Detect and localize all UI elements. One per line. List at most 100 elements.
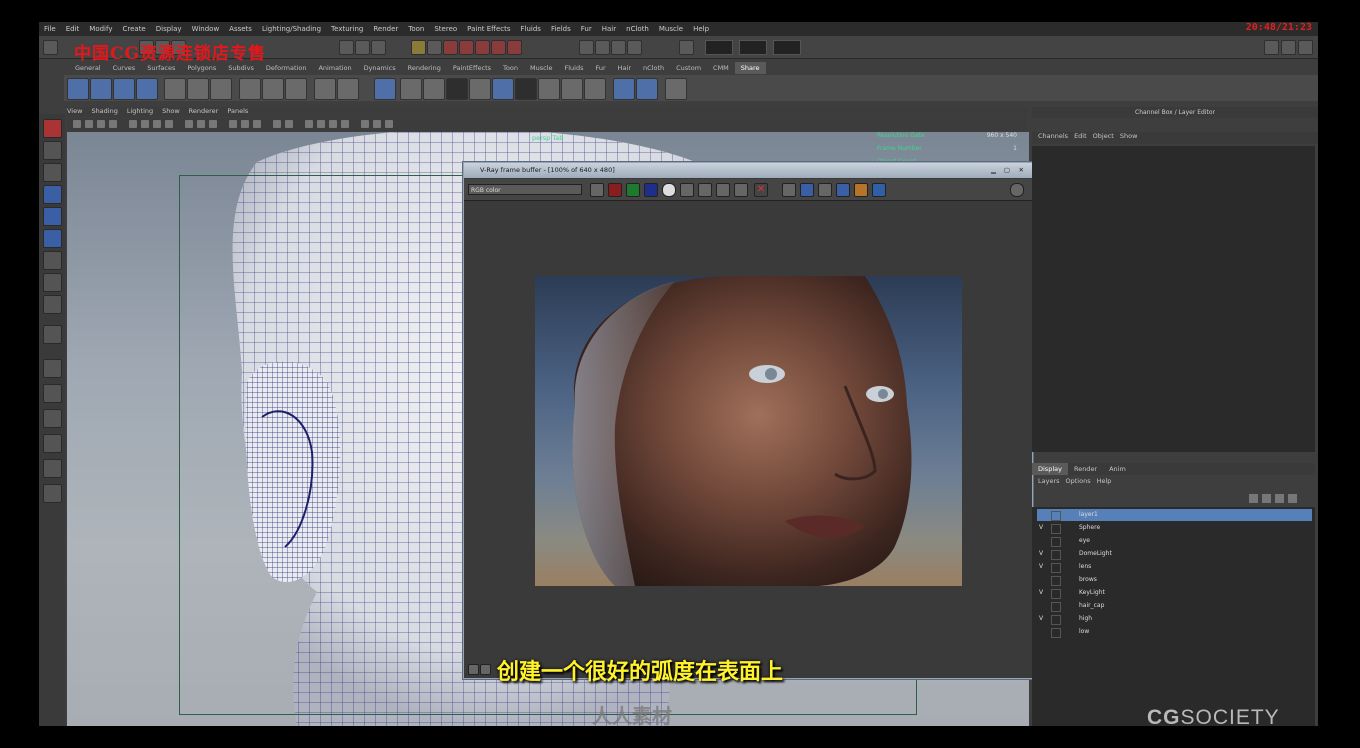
- log-toggle-icon[interactable]: [480, 664, 491, 675]
- menu-item-texturing[interactable]: Texturing: [326, 25, 368, 33]
- menu-item-hair[interactable]: Hair: [597, 25, 621, 33]
- wireframe-icon[interactable]: [185, 120, 193, 128]
- shelf-tab-hair[interactable]: Hair: [612, 62, 637, 74]
- four-view-layout-icon[interactable]: [43, 384, 62, 403]
- shelf-tab-deformation[interactable]: Deformation: [260, 62, 313, 74]
- resolution-gate-icon[interactable]: [141, 120, 149, 128]
- hq-rendering-icon[interactable]: [305, 120, 313, 128]
- save-all-icon[interactable]: [698, 183, 712, 197]
- layer-visibility-toggle[interactable]: V: [1039, 587, 1047, 599]
- shelf-tool-1-icon[interactable]: [67, 78, 89, 100]
- shelf-tool-12-icon[interactable]: [337, 78, 359, 100]
- shelf-tool-16-icon[interactable]: [446, 78, 468, 100]
- layer-visibility-toggle[interactable]: V: [1039, 561, 1047, 573]
- new-layer-icon[interactable]: [1275, 494, 1284, 503]
- shelf-tool-19-icon[interactable]: [515, 78, 537, 100]
- field-chart-icon[interactable]: [165, 120, 173, 128]
- shelf-tab-ncloth[interactable]: nCloth: [637, 62, 670, 74]
- viewport-menu-view[interactable]: View: [67, 107, 82, 115]
- x-field[interactable]: [705, 40, 733, 55]
- viewport-menu-panels[interactable]: Panels: [227, 107, 248, 115]
- textured-icon[interactable]: [229, 120, 237, 128]
- select-tool-icon[interactable]: [43, 119, 62, 138]
- channel-menu-object[interactable]: Object: [1093, 132, 1114, 140]
- move-layer-up-icon[interactable]: [1249, 494, 1258, 503]
- rotate-tool-icon[interactable]: [43, 207, 62, 226]
- layer-template-toggle[interactable]: [1051, 615, 1061, 625]
- track-mouse-icon[interactable]: [782, 183, 796, 197]
- shelf-tool-18-icon[interactable]: [492, 78, 514, 100]
- shelf-tool-22-icon[interactable]: [584, 78, 606, 100]
- shelf-tab-polygons[interactable]: Polygons: [181, 62, 222, 74]
- shelf-tool-9-icon[interactable]: [262, 78, 284, 100]
- frame-buffer-options-icon[interactable]: [1010, 183, 1024, 197]
- menu-set-dropdown[interactable]: [43, 40, 58, 55]
- link-to-scene-icon[interactable]: [836, 183, 850, 197]
- menu-item-render[interactable]: Render: [368, 25, 403, 33]
- depth-of-field-icon[interactable]: [341, 120, 349, 128]
- menu-item-stereo[interactable]: Stereo: [429, 25, 462, 33]
- z-field[interactable]: [773, 40, 801, 55]
- shelf-tab-rendering[interactable]: Rendering: [402, 62, 447, 74]
- new-layer-selected-icon[interactable]: [1288, 494, 1297, 503]
- mono-icon[interactable]: [680, 183, 694, 197]
- menu-item-muscle[interactable]: Muscle: [654, 25, 688, 33]
- shelf-tool-8-icon[interactable]: [239, 78, 261, 100]
- channel-select[interactable]: RGB color: [468, 184, 582, 195]
- select-component-icon[interactable]: [371, 40, 386, 55]
- save-image-icon[interactable]: [590, 183, 604, 197]
- shelf-tool-6-icon[interactable]: [187, 78, 209, 100]
- shelf-tool-13-icon[interactable]: [374, 78, 396, 100]
- menu-item-window[interactable]: Window: [187, 25, 225, 33]
- shelf-tool-7-icon[interactable]: [210, 78, 232, 100]
- shelf-tool-2-icon[interactable]: [90, 78, 112, 100]
- channel-box[interactable]: [1032, 146, 1315, 452]
- layer-visibility-toggle[interactable]: V: [1039, 522, 1047, 534]
- layer-row[interactable]: layer1: [1037, 509, 1312, 521]
- shelf-tool-20-icon[interactable]: [538, 78, 560, 100]
- menu-item-fur[interactable]: Fur: [576, 25, 597, 33]
- shelf-tool-24-icon[interactable]: [636, 78, 658, 100]
- snap-grid-icon[interactable]: [443, 40, 458, 55]
- green-channel-icon[interactable]: [626, 183, 640, 197]
- shelf-tool-5-icon[interactable]: [164, 78, 186, 100]
- film-gate-icon[interactable]: [129, 120, 137, 128]
- color-correction-icon[interactable]: [854, 183, 868, 197]
- toggle-channel-box-icon[interactable]: [1298, 40, 1313, 55]
- shelf-tool-10-icon[interactable]: [285, 78, 307, 100]
- layer-visibility-toggle[interactable]: V: [1039, 613, 1047, 625]
- stop-render-icon[interactable]: ✕: [754, 183, 768, 197]
- shelf-tab-custom[interactable]: Custom: [670, 62, 707, 74]
- menu-item-help[interactable]: Help: [688, 25, 714, 33]
- ambient-occlusion-icon[interactable]: [317, 120, 325, 128]
- snap-point-icon[interactable]: [475, 40, 490, 55]
- menu-item-fluids[interactable]: Fluids: [516, 25, 546, 33]
- shelf-tool-25-icon[interactable]: [665, 78, 687, 100]
- menu-item-create[interactable]: Create: [117, 25, 150, 33]
- shelf-tab-cmm[interactable]: CMM: [707, 62, 735, 74]
- menu-item-assets[interactable]: Assets: [224, 25, 257, 33]
- layer-template-toggle[interactable]: [1051, 628, 1061, 638]
- menu-item-edit[interactable]: Edit: [61, 25, 85, 33]
- blue-channel-icon[interactable]: [644, 183, 658, 197]
- gamma-icon[interactable]: [385, 120, 393, 128]
- red-channel-icon[interactable]: [608, 183, 622, 197]
- layer-template-toggle[interactable]: [1051, 602, 1061, 612]
- hypershade-layout-icon[interactable]: [43, 459, 62, 478]
- camera-bookmark-icon[interactable]: [85, 120, 93, 128]
- shelf-tab-general[interactable]: General: [69, 62, 107, 74]
- load-image-icon[interactable]: [716, 183, 730, 197]
- shelf-tool-11-icon[interactable]: [314, 78, 336, 100]
- clear-image-icon[interactable]: [734, 183, 748, 197]
- layer-template-toggle[interactable]: [1051, 576, 1061, 586]
- channel-menu-edit[interactable]: Edit: [1074, 132, 1087, 140]
- soft-mod-tool-icon[interactable]: [43, 273, 62, 292]
- move-layer-down-icon[interactable]: [1262, 494, 1271, 503]
- exposure-icon[interactable]: [373, 120, 381, 128]
- wireframe-on-shaded-icon[interactable]: [209, 120, 217, 128]
- toggle-attribute-editor-icon[interactable]: [1264, 40, 1279, 55]
- select-hierarchy-icon[interactable]: [339, 40, 354, 55]
- shelf-tab-toon[interactable]: Toon: [497, 62, 524, 74]
- layer-row[interactable]: brows: [1037, 574, 1312, 586]
- persp-outliner-layout-icon[interactable]: [43, 409, 62, 428]
